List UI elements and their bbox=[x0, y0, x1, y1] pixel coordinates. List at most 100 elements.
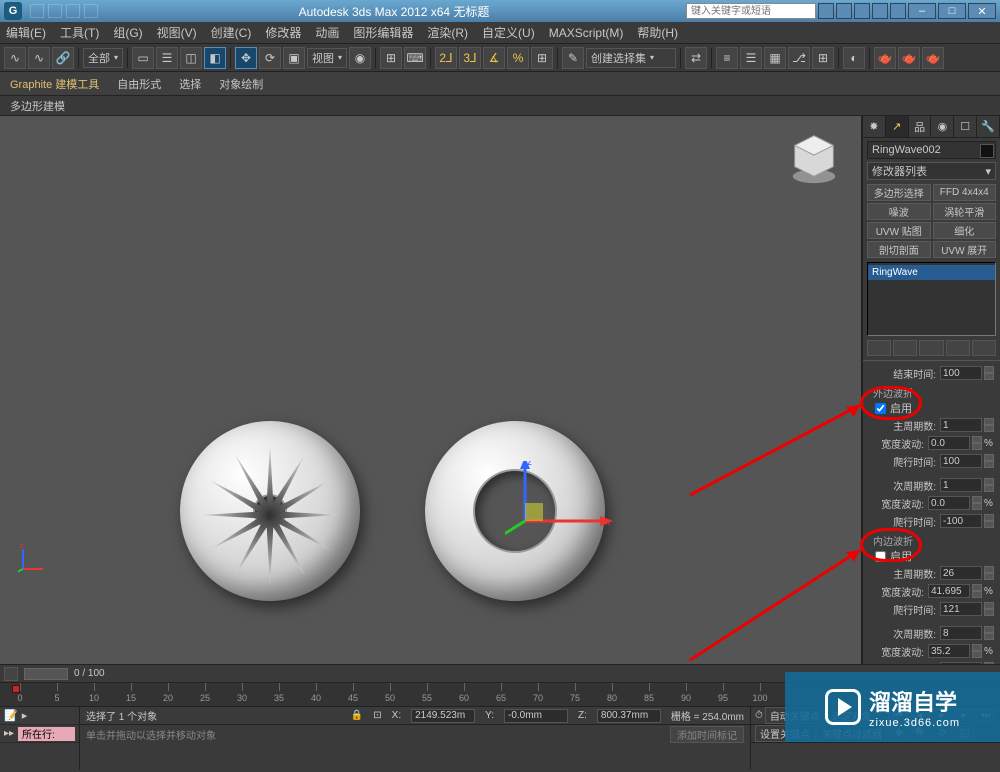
search-icon[interactable] bbox=[818, 3, 834, 19]
time-slider-thumb[interactable] bbox=[24, 668, 68, 680]
lock-icon[interactable]: 🔒 bbox=[351, 710, 363, 721]
crawltime1-spinner[interactable] bbox=[940, 454, 982, 468]
percentsnap-icon[interactable]: % bbox=[507, 47, 529, 69]
addtag-button[interactable]: 添加时间标记 bbox=[670, 726, 744, 743]
crawltime3-spinner[interactable] bbox=[940, 602, 982, 616]
widthflux1-spinner[interactable] bbox=[928, 436, 970, 450]
timekey-icon[interactable]: ⏱ bbox=[755, 710, 763, 721]
script-run-icon[interactable]: ▸ bbox=[22, 709, 28, 722]
endtime-spinner[interactable] bbox=[940, 366, 982, 380]
display-tab-icon[interactable]: ☐ bbox=[954, 116, 977, 137]
modifier-stack[interactable]: RingWave bbox=[867, 262, 996, 336]
menu-maxscript[interactable]: MAXScript(M) bbox=[549, 26, 624, 40]
menu-customize[interactable]: 自定义(U) bbox=[482, 24, 535, 41]
mod-btn-polysel[interactable]: 多边形选择 bbox=[867, 184, 931, 201]
unique-icon[interactable] bbox=[919, 340, 943, 356]
named-selection-dropdown[interactable]: 创建选择集▾ bbox=[586, 48, 676, 68]
select-name-icon[interactable]: ☰ bbox=[156, 47, 178, 69]
material-editor-icon[interactable]: ◐ bbox=[843, 47, 865, 69]
move-icon[interactable]: ✥ bbox=[235, 47, 257, 69]
hierarchy-tab-icon[interactable]: 品 bbox=[909, 116, 932, 137]
pin-stack-icon[interactable] bbox=[867, 340, 891, 356]
maximize-button[interactable]: □ bbox=[938, 3, 966, 19]
help-a-icon[interactable] bbox=[836, 3, 852, 19]
prompt-field[interactable]: 所在行: bbox=[18, 727, 75, 741]
mod-btn-uvwmap[interactable]: UVW 贴图 bbox=[867, 222, 931, 239]
menu-animation[interactable]: 动画 bbox=[315, 24, 339, 41]
subperiod1-spinner[interactable] bbox=[940, 478, 982, 492]
selection-filter-dropdown[interactable]: 全部▾ bbox=[83, 48, 123, 68]
redo-link-icon[interactable]: ∿ bbox=[28, 47, 50, 69]
render-prod-icon[interactable]: 🫖 bbox=[922, 47, 944, 69]
menu-group[interactable]: 组(G) bbox=[113, 24, 142, 41]
menu-views[interactable]: 视图(V) bbox=[157, 24, 197, 41]
undo-link-icon[interactable]: ∿ bbox=[4, 47, 26, 69]
object-name-field[interactable]: RingWave002 bbox=[867, 141, 996, 159]
select-icon[interactable]: ▭ bbox=[132, 47, 154, 69]
keyboard-shortcut-icon[interactable]: ⌨ bbox=[404, 47, 426, 69]
keyframe-marker[interactable] bbox=[12, 685, 20, 693]
spin-down[interactable] bbox=[984, 373, 994, 380]
render-setup-icon[interactable]: 🫖 bbox=[874, 47, 896, 69]
menu-grapheditors[interactable]: 图形编辑器 bbox=[353, 24, 413, 41]
window-crossing-icon[interactable]: ◧ bbox=[204, 47, 226, 69]
mod-btn-noise[interactable]: 噪波 bbox=[867, 203, 931, 220]
anglesnap-icon[interactable]: ∡ bbox=[483, 47, 505, 69]
menu-help[interactable]: 帮助(H) bbox=[637, 24, 678, 41]
mod-btn-ffd[interactable]: FFD 4x4x4 bbox=[933, 184, 997, 201]
crawltime2-spinner[interactable] bbox=[940, 514, 982, 528]
time-config-icon[interactable] bbox=[4, 667, 18, 681]
remove-mod-icon[interactable] bbox=[946, 340, 970, 356]
utilities-tab-icon[interactable]: 🔧 bbox=[977, 116, 1000, 137]
refcoord-dropdown[interactable]: 视图▾ bbox=[307, 48, 347, 68]
widthflux2-spinner[interactable] bbox=[928, 496, 970, 510]
ribbon-freeform[interactable]: 自由形式 bbox=[117, 76, 161, 92]
widthflux4-spinner[interactable] bbox=[928, 644, 970, 658]
menu-create[interactable]: 创建(C) bbox=[211, 24, 252, 41]
viewcube[interactable] bbox=[785, 128, 843, 186]
stack-item-ringwave[interactable]: RingWave bbox=[868, 265, 995, 280]
outer-enable-checkbox[interactable] bbox=[875, 403, 886, 414]
mod-btn-slice[interactable]: 剖切剖面 bbox=[867, 241, 931, 258]
mod-btn-unwrap[interactable]: UVW 展开 bbox=[933, 241, 997, 258]
qat-undo-icon[interactable] bbox=[66, 4, 80, 18]
star-icon[interactable] bbox=[872, 3, 888, 19]
align-icon[interactable]: ≡ bbox=[716, 47, 738, 69]
crawltime4-spinner[interactable] bbox=[940, 662, 982, 664]
snap2d-icon[interactable]: 2⅃ bbox=[435, 47, 457, 69]
link-icon[interactable]: 🔗 bbox=[52, 47, 74, 69]
ribbon-selection[interactable]: 选择 bbox=[179, 76, 201, 92]
ribbon-graphite[interactable]: Graphite 建模工具 bbox=[10, 76, 99, 92]
menu-edit[interactable]: 编辑(E) bbox=[6, 24, 46, 41]
select-region-icon[interactable]: ◫ bbox=[180, 47, 202, 69]
menu-tools[interactable]: 工具(T) bbox=[60, 24, 99, 41]
x-coord[interactable] bbox=[411, 709, 475, 723]
script-rec-icon[interactable]: 📝 bbox=[4, 709, 18, 722]
modify-tab-icon[interactable]: ↗ bbox=[886, 116, 909, 137]
pivot-icon[interactable]: ◉ bbox=[349, 47, 371, 69]
modifier-list-dropdown[interactable]: 修改器列表▾ bbox=[867, 162, 996, 180]
show-end-icon[interactable] bbox=[893, 340, 917, 356]
curve-editor-icon[interactable]: ⎇ bbox=[788, 47, 810, 69]
widthflux3-spinner[interactable] bbox=[928, 584, 970, 598]
render-frame-icon[interactable]: 🫖 bbox=[898, 47, 920, 69]
qat-open-icon[interactable] bbox=[30, 4, 44, 18]
mod-btn-turbosmooth[interactable]: 涡轮平滑 bbox=[933, 203, 997, 220]
qat-save-icon[interactable] bbox=[48, 4, 62, 18]
menu-modifiers[interactable]: 修改器 bbox=[265, 24, 301, 41]
close-button[interactable]: ✕ bbox=[968, 3, 996, 19]
spinner-snap-icon[interactable]: ⊞ bbox=[531, 47, 553, 69]
help-icon[interactable] bbox=[890, 3, 906, 19]
object-color-swatch[interactable] bbox=[980, 144, 994, 158]
editnamed-icon[interactable]: ✎ bbox=[562, 47, 584, 69]
layers-icon[interactable]: ☰ bbox=[740, 47, 762, 69]
select-manip-icon[interactable]: ⊞ bbox=[380, 47, 402, 69]
schematic-icon[interactable]: ⊞ bbox=[812, 47, 834, 69]
ringwave-object-left[interactable] bbox=[180, 421, 360, 601]
rotate-icon[interactable]: ⟳ bbox=[259, 47, 281, 69]
qat-redo-icon[interactable] bbox=[84, 4, 98, 18]
menu-rendering[interactable]: 渲染(R) bbox=[427, 24, 468, 41]
ringwave-object-right[interactable] bbox=[425, 421, 605, 601]
graphite-toggle-icon[interactable]: ▦ bbox=[764, 47, 786, 69]
mainperiod1-spinner[interactable] bbox=[940, 418, 982, 432]
